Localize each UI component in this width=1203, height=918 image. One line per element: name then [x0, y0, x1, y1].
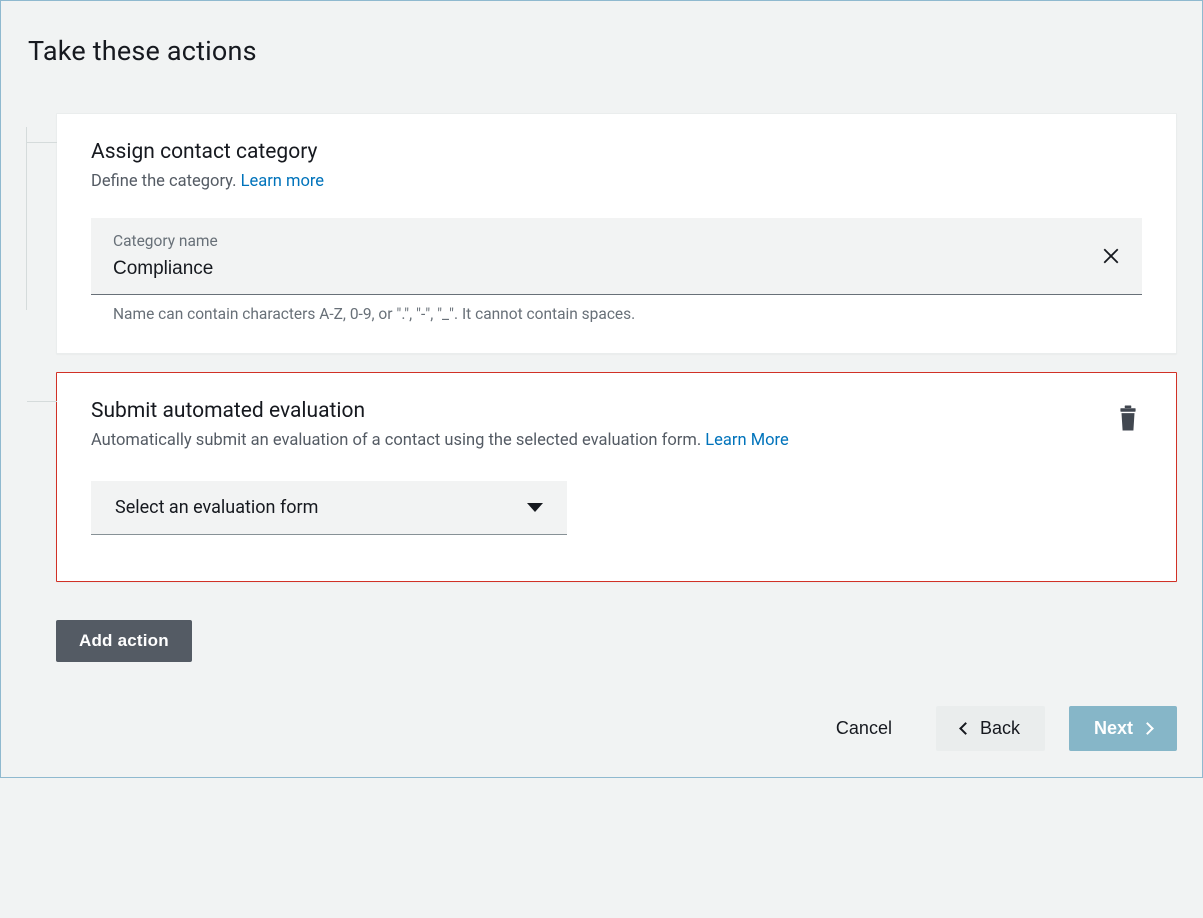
card2-title: Submit automated evaluation [91, 399, 1094, 423]
page-title: Take these actions [28, 35, 1177, 67]
clear-input-icon[interactable] [1100, 245, 1122, 267]
caret-down-icon [527, 503, 543, 512]
category-name-hint: Name can contain characters A-Z, 0-9, or… [113, 305, 1142, 323]
cancel-button[interactable]: Cancel [816, 707, 912, 750]
category-name-label: Category name [113, 232, 1120, 250]
card2-subtitle: Automatically submit an evaluation of a … [91, 429, 1094, 453]
chevron-right-icon [1141, 722, 1154, 735]
page-container: Take these actions Assign contact catego… [1, 1, 1202, 777]
card1-learn-more-link[interactable]: Learn more [241, 172, 324, 191]
category-name-field[interactable]: Category name [91, 218, 1142, 295]
back-button[interactable]: Back [936, 706, 1045, 751]
add-action-button[interactable]: Add action [56, 620, 192, 662]
category-name-input[interactable] [113, 256, 1120, 282]
card-submit-automated-evaluation: Submit automated evaluation Automaticall… [56, 372, 1177, 582]
chevron-left-icon [959, 722, 972, 735]
actions-tree: Assign contact category Define the categ… [26, 113, 1177, 662]
card2-subtitle-text: Automatically submit an evaluation of a … [91, 431, 701, 450]
card1-subtitle-text: Define the category. [91, 172, 236, 191]
next-button-label: Next [1094, 718, 1133, 739]
card-assign-contact-category: Assign contact category Define the categ… [56, 113, 1177, 354]
delete-action-button[interactable] [1114, 401, 1142, 435]
card2-learn-more-link[interactable]: Learn More [705, 431, 788, 450]
card1-subtitle: Define the category. Learn more [91, 170, 1142, 194]
card1-title: Assign contact category [91, 140, 1142, 164]
trash-icon [1115, 403, 1141, 433]
wizard-footer: Cancel Back Next [26, 706, 1177, 751]
back-button-label: Back [980, 718, 1020, 739]
next-button[interactable]: Next [1069, 706, 1177, 751]
evaluation-form-select-label: Select an evaluation form [115, 497, 318, 518]
evaluation-form-select[interactable]: Select an evaluation form [91, 481, 567, 535]
